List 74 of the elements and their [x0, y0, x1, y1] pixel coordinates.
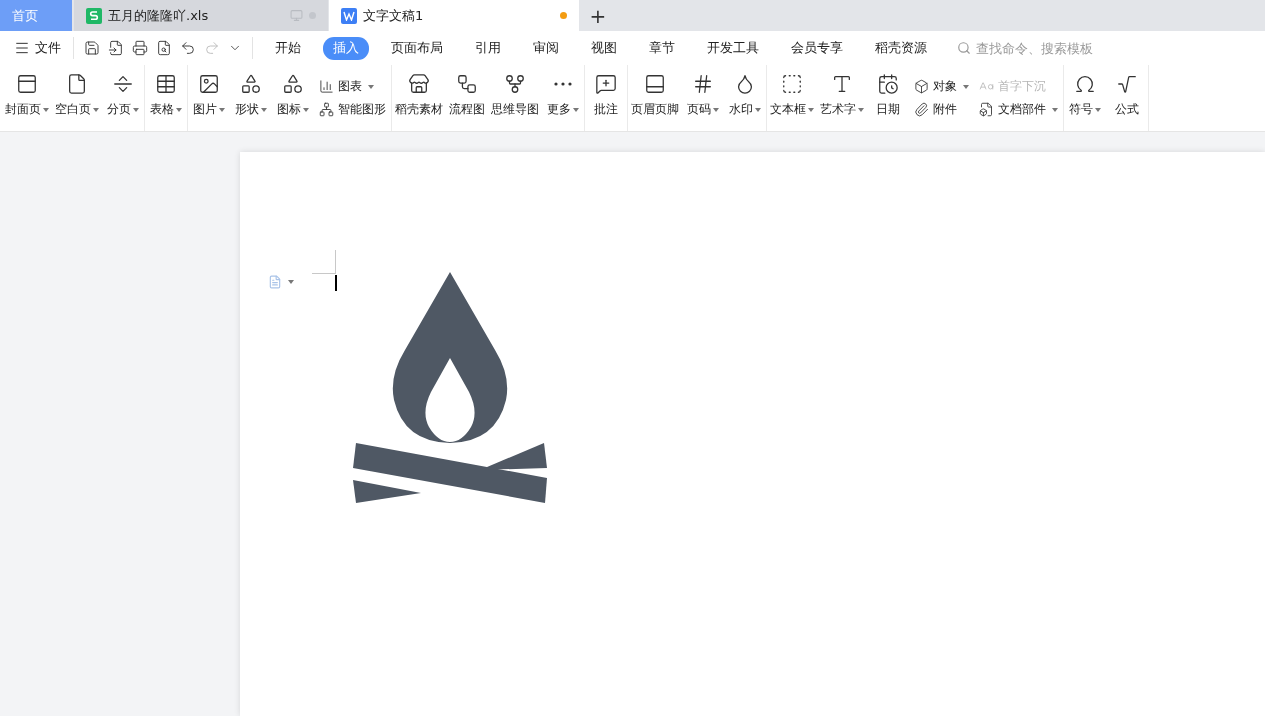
ribbon-button[interactable]: 文档部件	[979, 101, 1058, 118]
object-icon	[914, 79, 929, 94]
ribbon-button[interactable]: 智能图形	[319, 101, 386, 118]
ribbon-button[interactable]: 图表	[319, 78, 386, 95]
margin-mark	[312, 250, 336, 274]
shapes-icon	[240, 73, 262, 95]
ribbon-tab[interactable]: 开发工具	[697, 36, 769, 60]
monitor-icon	[290, 9, 303, 22]
ribbon-button[interactable]: 稻壳素材	[393, 67, 445, 129]
document-icon	[341, 7, 357, 24]
shapes-icon	[282, 73, 304, 95]
ribbon-button[interactable]: 思维导图	[489, 67, 541, 129]
ribbon-button[interactable]: 图标	[273, 67, 313, 129]
ribbon-tab[interactable]: 章节	[639, 36, 685, 60]
file-menu[interactable]: 文件	[12, 39, 67, 57]
spreadsheet-icon	[86, 7, 102, 24]
ribbon-tab[interactable]: 引用	[465, 36, 511, 60]
ribbon-tab[interactable]: 稻壳资源	[865, 36, 937, 60]
page-number-icon	[692, 73, 714, 95]
ribbon-button[interactable]: 表格	[146, 67, 186, 129]
document-tab[interactable]: 文字文稿1	[329, 0, 579, 31]
page-break-icon	[112, 73, 134, 95]
ribbon-button[interactable]: 符号	[1065, 67, 1105, 129]
more-icon	[554, 82, 572, 86]
chart-icon	[319, 79, 334, 94]
mind-map-icon	[504, 73, 526, 95]
comment-icon	[595, 73, 617, 95]
ribbon-button[interactable]: 批注	[586, 67, 626, 129]
ribbon-button[interactable]: 分页	[103, 67, 143, 129]
ribbon-button[interactable]: 文本框	[768, 67, 816, 129]
text-cursor	[335, 275, 337, 291]
ribbon-button[interactable]: 更多	[543, 67, 583, 129]
image-icon	[198, 73, 220, 95]
search-icon	[957, 41, 971, 55]
ribbon-button[interactable]: 图片	[189, 67, 229, 129]
tab-label: 五月的隆隆吖.xls	[108, 6, 210, 25]
table-icon	[155, 73, 177, 95]
text-box-icon	[781, 73, 803, 95]
document-part-icon	[979, 102, 994, 117]
art-text-icon	[831, 73, 853, 95]
tab-label: 首页	[12, 6, 39, 25]
document-tab[interactable]: 五月的隆隆吖.xls	[74, 0, 328, 31]
tab-label: 文字文稿1	[363, 6, 425, 25]
cover-page-icon	[16, 73, 38, 95]
flowchart-icon	[456, 73, 478, 95]
calendar-icon	[877, 73, 899, 95]
menu-icon	[14, 40, 30, 56]
ribbon-button[interactable]: 页眉页脚	[629, 67, 681, 129]
ribbon-tab[interactable]: 会员专享	[781, 36, 853, 60]
omega-icon	[1074, 73, 1096, 95]
paste-options-icon[interactable]	[268, 275, 294, 289]
header-footer-icon	[644, 73, 666, 95]
ribbon-button[interactable]: 流程图	[447, 67, 487, 129]
ribbon-button[interactable]: 页码	[683, 67, 723, 129]
ribbon-button[interactable]: 水印	[725, 67, 765, 129]
ribbon-button[interactable]: 艺术字	[818, 67, 866, 129]
formula-icon	[1116, 73, 1138, 95]
ribbon-button[interactable]: 附件	[914, 101, 969, 118]
store-icon	[408, 73, 430, 95]
blank-page-icon	[66, 73, 88, 95]
ribbon-button[interactable]: 形状	[231, 67, 271, 129]
new-tab-button[interactable]: +	[580, 0, 616, 31]
attachment-icon	[914, 102, 929, 117]
ribbon-tab[interactable]: 开始	[265, 36, 311, 60]
search-field[interactable]: 查找命令、搜索模板	[974, 39, 1128, 57]
ribbon-button[interactable]: 日期	[868, 67, 908, 129]
ribbon-button[interactable]: 封面页	[3, 67, 51, 129]
smart-graphic-icon	[319, 102, 334, 117]
ribbon-tab[interactable]: 页面布局	[381, 36, 453, 60]
ribbon-button[interactable]: 空白页	[53, 67, 101, 129]
ribbon-button[interactable]: 对象	[914, 78, 969, 95]
ribbon-tab[interactable]: 审阅	[523, 36, 569, 60]
ribbon-tab[interactable]: 视图	[581, 36, 627, 60]
ribbon-button[interactable]: 公式	[1107, 67, 1147, 129]
